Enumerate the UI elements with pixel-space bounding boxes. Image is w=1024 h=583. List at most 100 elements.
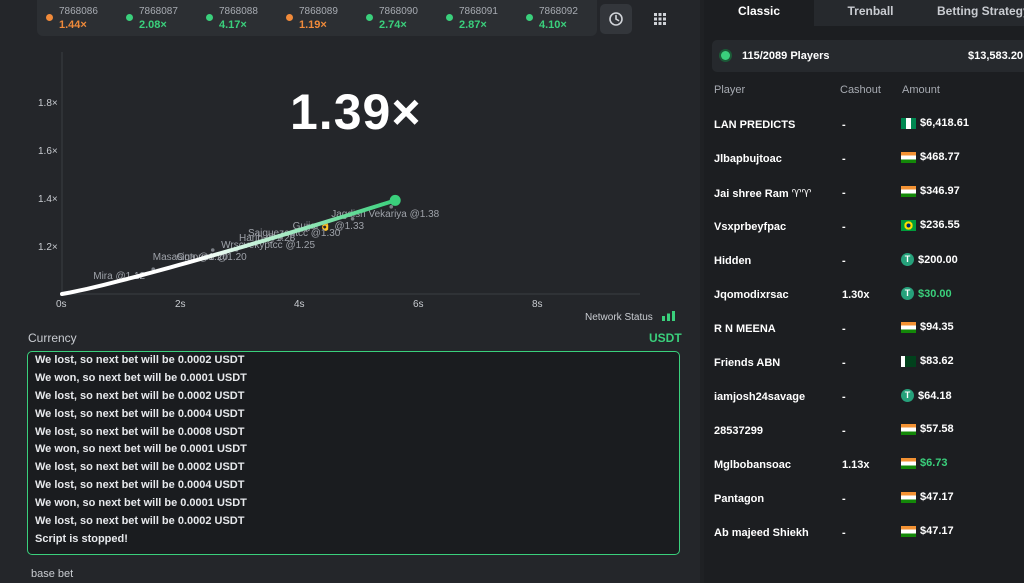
live-dot-icon xyxy=(721,51,730,60)
clock-icon xyxy=(609,12,623,26)
player-amount-cell: $57.58 xyxy=(901,423,954,435)
signal-icon xyxy=(662,311,675,321)
player-row[interactable]: Friends ABN - $83.62 xyxy=(704,347,1024,381)
history-item[interactable]: 7868089 1.19× xyxy=(277,0,357,36)
log-line: We lost, so next bet will be 0.0004 USDT xyxy=(35,479,245,492)
player-row[interactable]: LAN PREDICTS - $6,418.61 xyxy=(704,109,1024,143)
base-bet-label: base bet xyxy=(31,568,74,580)
result-dot-icon xyxy=(126,14,133,21)
in-flag-icon xyxy=(901,491,916,503)
y-tick-label: 1.8× xyxy=(38,98,58,109)
in-flag-icon xyxy=(901,423,916,435)
player-row[interactable]: Mglbobansoac 1.13x $6.73 xyxy=(704,449,1024,483)
player-name: Jlbapbujtoac xyxy=(714,153,782,165)
result-dot-icon xyxy=(366,14,373,21)
player-name: Hidden xyxy=(714,255,752,267)
player-cashout: - xyxy=(842,323,846,335)
player-row[interactable]: 28537299 - $57.58 xyxy=(704,415,1024,449)
player-row[interactable]: Vsxprbeyfpac - $236.55 xyxy=(704,211,1024,245)
game-multiplier: 2.74× xyxy=(379,19,407,31)
log-line: We won, so next bet will be 0.0001 USDT xyxy=(35,443,247,456)
history-item[interactable]: 7868088 4.17× xyxy=(197,0,277,36)
player-cashout: - xyxy=(842,119,846,131)
player-name: Ab majeed Shiekh xyxy=(714,527,809,539)
history-item[interactable]: 7868087 2.08× xyxy=(117,0,197,36)
column-cashout: Cashout xyxy=(840,84,881,96)
game-multiplier: 2.08× xyxy=(139,19,167,31)
ng-flag-icon xyxy=(901,117,916,129)
history-item[interactable]: 7868086 1.44× xyxy=(37,0,117,36)
curve-head-dot xyxy=(389,194,401,206)
game-multiplier: 1.19× xyxy=(299,19,327,31)
player-row[interactable]: Jqomodixrsac 1.30x T $30.00 xyxy=(704,279,1024,313)
player-name: iamjosh24savage xyxy=(714,391,806,403)
history-item[interactable]: 7868091 2.87× xyxy=(437,0,517,36)
player-row[interactable]: Ab majeed Shiekh - $47.17 xyxy=(704,517,1024,551)
result-dot-icon xyxy=(526,14,533,21)
player-amount-cell: $47.17 xyxy=(901,525,954,537)
log-line: Script is stopped! xyxy=(35,532,128,545)
player-amount: $346.97 xyxy=(920,185,960,197)
player-row[interactable]: Jlbapbujtoac - $468.77 xyxy=(704,143,1024,177)
player-amount-cell: $6.73 xyxy=(901,457,948,469)
result-dot-icon xyxy=(286,14,293,21)
tab-betting-strategy[interactable]: Betting Strategy xyxy=(927,0,1024,26)
player-cashout: - xyxy=(842,187,846,199)
player-row[interactable]: Hidden - T $200.00 xyxy=(704,245,1024,279)
player-cashout: 1.30x xyxy=(842,289,870,301)
player-amount: $468.77 xyxy=(920,151,960,163)
player-name: Mglbobansoac xyxy=(714,459,792,471)
player-cashout: - xyxy=(842,153,846,165)
player-name: Pantagon xyxy=(714,493,765,505)
player-amount: $47.17 xyxy=(920,491,954,503)
player-amount: $6,418.61 xyxy=(920,117,969,129)
log-line: We won, so next bet will be 0.0001 USDT xyxy=(35,497,247,510)
in-flag-icon xyxy=(901,185,916,197)
history-button[interactable] xyxy=(600,4,632,34)
y-tick-label: 1.4× xyxy=(38,194,58,205)
player-cashout: - xyxy=(842,425,846,437)
pk-flag-icon xyxy=(901,355,916,367)
game-multiplier: 1.44× xyxy=(59,19,87,31)
player-amount-cell: T $200.00 xyxy=(901,253,958,266)
player-row[interactable]: Jai shree Ram ♈♈ - $346.97 xyxy=(704,177,1024,211)
usdt-coin-icon: T xyxy=(901,287,914,300)
column-player: Player xyxy=(714,84,746,96)
tab-trenball[interactable]: Trenball xyxy=(814,0,927,26)
in-flag-icon xyxy=(901,321,916,333)
tab-classic[interactable]: Classic xyxy=(704,0,814,26)
in-flag-icon xyxy=(901,151,916,163)
player-row[interactable]: R N MEENA - $94.35 xyxy=(704,313,1024,347)
player-amount: $47.17 xyxy=(920,525,954,537)
player-amount: $94.35 xyxy=(920,321,954,333)
player-row[interactable]: iamjosh24savage - T $64.18 xyxy=(704,381,1024,415)
player-amount-cell: $346.97 xyxy=(901,185,960,197)
player-row[interactable]: Pantagon - $47.17 xyxy=(704,483,1024,517)
current-multiplier: 1.39× xyxy=(290,84,422,140)
currency-value[interactable]: USDT xyxy=(649,331,682,345)
game-id: 7868086 xyxy=(59,6,98,17)
players-count: 115/2089 Players xyxy=(742,50,830,62)
player-amount: $64.18 xyxy=(918,389,952,402)
in-flag-icon xyxy=(901,457,916,469)
player-name: Vsxprbeyfpac xyxy=(714,221,787,233)
player-cashout: - xyxy=(842,391,846,403)
currency-label: Currency xyxy=(28,331,77,345)
player-name: LAN PREDICTS xyxy=(714,119,796,131)
player-amount-cell: T $64.18 xyxy=(901,389,952,402)
grid-icon xyxy=(654,13,666,25)
player-amount: $236.55 xyxy=(920,219,960,231)
br-flag-icon xyxy=(901,219,916,231)
player-name: Jai shree Ram ♈♈ xyxy=(714,188,812,200)
x-tick-label: 2s xyxy=(175,299,186,310)
game-multiplier: 2.87× xyxy=(459,19,487,31)
game-multiplier: 4.10× xyxy=(539,19,567,31)
grid-menu-button[interactable] xyxy=(644,4,676,34)
player-cashout: - xyxy=(842,255,846,267)
player-cashout: - xyxy=(842,357,846,369)
history-item[interactable]: 7868092 4.10× xyxy=(517,0,597,36)
player-cashout: 1.13x xyxy=(842,459,870,471)
log-line: We lost, so next bet will be 0.0002 USDT xyxy=(35,515,245,528)
history-item[interactable]: 7868090 2.74× xyxy=(357,0,437,36)
players-summary: 115/2089 Players $13,583.20 xyxy=(712,40,1024,72)
